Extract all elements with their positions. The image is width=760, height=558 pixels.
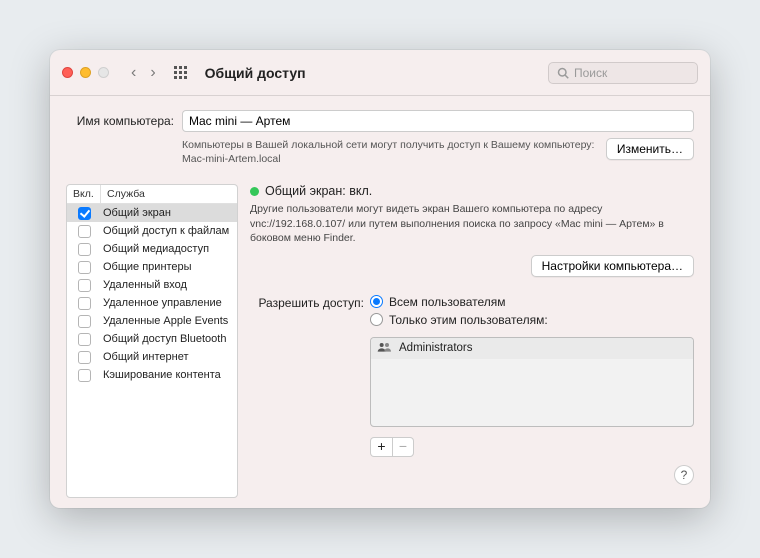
show-all-icon[interactable]: [174, 66, 187, 79]
status-text: Общий экран: вкл.: [265, 184, 372, 198]
services-header: Вкл. Служба: [67, 185, 237, 204]
service-label: Общий доступ Bluetooth: [101, 333, 237, 345]
service-checkbox[interactable]: [78, 207, 91, 220]
service-row[interactable]: Удаленный вход: [67, 276, 237, 294]
service-label: Общий доступ к файлам: [101, 225, 237, 237]
service-checkbox[interactable]: [78, 351, 91, 364]
service-row[interactable]: Общие принтеры: [67, 258, 237, 276]
service-row[interactable]: Общий доступ к файлам: [67, 222, 237, 240]
back-button[interactable]: ‹: [131, 64, 136, 82]
status-description: Другие пользователи могут видеть экран В…: [250, 202, 694, 245]
service-checkbox[interactable]: [78, 225, 91, 238]
nav-buttons: ‹ ›: [131, 64, 156, 82]
services-list: Общий экран Общий доступ к файлам Общий ме…: [67, 204, 237, 497]
service-label: Общие принтеры: [101, 261, 237, 273]
service-label: Кэширование контента: [101, 369, 237, 381]
search-field[interactable]: Поиск: [548, 62, 698, 84]
service-row[interactable]: Общий интернет: [67, 348, 237, 366]
service-label: Удаленное управление: [101, 297, 237, 309]
edit-hostname-button[interactable]: Изменить…: [606, 138, 694, 160]
sharing-preferences-window: ‹ › Общий доступ Поиск Имя компьютера: К…: [50, 50, 710, 508]
access-radio-all[interactable]: Всем пользователям: [370, 295, 694, 309]
service-row[interactable]: Кэширование контента: [67, 366, 237, 384]
service-label: Общий экран: [101, 207, 237, 219]
group-icon: [377, 341, 393, 356]
status-indicator-icon: [250, 187, 259, 196]
help-button[interactable]: ?: [674, 465, 694, 485]
service-detail: Общий экран: вкл. Другие пользователи мо…: [250, 184, 694, 498]
minimize-window-button[interactable]: [80, 67, 91, 78]
window-controls: [62, 67, 109, 78]
computer-name-label: Имя компьютера:: [66, 114, 174, 128]
add-user-button[interactable]: +: [370, 437, 392, 457]
search-placeholder: Поиск: [574, 66, 607, 80]
forward-button[interactable]: ›: [150, 64, 155, 82]
service-checkbox[interactable]: [78, 243, 91, 256]
service-label: Общий интернет: [101, 351, 237, 363]
service-row[interactable]: Общий медиадоступ: [67, 240, 237, 258]
computer-settings-button[interactable]: Настройки компьютера…: [531, 255, 694, 277]
services-header-on: Вкл.: [67, 185, 101, 203]
access-option-all-label: Всем пользователям: [389, 295, 506, 309]
radio-icon: [370, 313, 383, 326]
user-row[interactable]: Administrators: [371, 338, 693, 359]
services-header-service: Служба: [101, 185, 237, 203]
allowed-users-list[interactable]: Administrators: [370, 337, 694, 427]
radio-icon: [370, 295, 383, 308]
service-row[interactable]: Общий доступ Bluetooth: [67, 330, 237, 348]
computer-name-hint: Компьютеры в Вашей локальной сети могут …: [182, 138, 598, 166]
service-checkbox[interactable]: [78, 279, 91, 292]
access-label: Разрешить доступ:: [250, 295, 364, 457]
service-checkbox[interactable]: [78, 369, 91, 382]
services-table: Вкл. Служба Общий экран Общий доступ к фа…: [66, 184, 238, 498]
toolbar: ‹ › Общий доступ Поиск: [50, 50, 710, 96]
window-title: Общий доступ: [205, 65, 306, 81]
service-checkbox[interactable]: [78, 315, 91, 328]
search-icon: [557, 67, 569, 79]
service-label: Удаленный вход: [101, 279, 237, 291]
remove-user-button[interactable]: −: [392, 437, 414, 457]
service-label: Удаленные Apple Events: [101, 315, 237, 327]
service-checkbox[interactable]: [78, 261, 91, 274]
service-row[interactable]: Удаленные Apple Events: [67, 312, 237, 330]
user-name: Administrators: [399, 342, 473, 354]
access-option-only-label: Только этим пользователям:: [389, 313, 548, 327]
service-checkbox[interactable]: [78, 333, 91, 346]
access-radio-only[interactable]: Только этим пользователям:: [370, 313, 694, 327]
service-label: Общий медиадоступ: [101, 243, 237, 255]
computer-name-input[interactable]: [182, 110, 694, 132]
service-row[interactable]: Общий экран: [67, 204, 237, 222]
computer-name-row: Имя компьютера:: [66, 110, 694, 132]
close-window-button[interactable]: [62, 67, 73, 78]
zoom-window-button: [98, 67, 109, 78]
service-checkbox[interactable]: [78, 297, 91, 310]
service-row[interactable]: Удаленное управление: [67, 294, 237, 312]
